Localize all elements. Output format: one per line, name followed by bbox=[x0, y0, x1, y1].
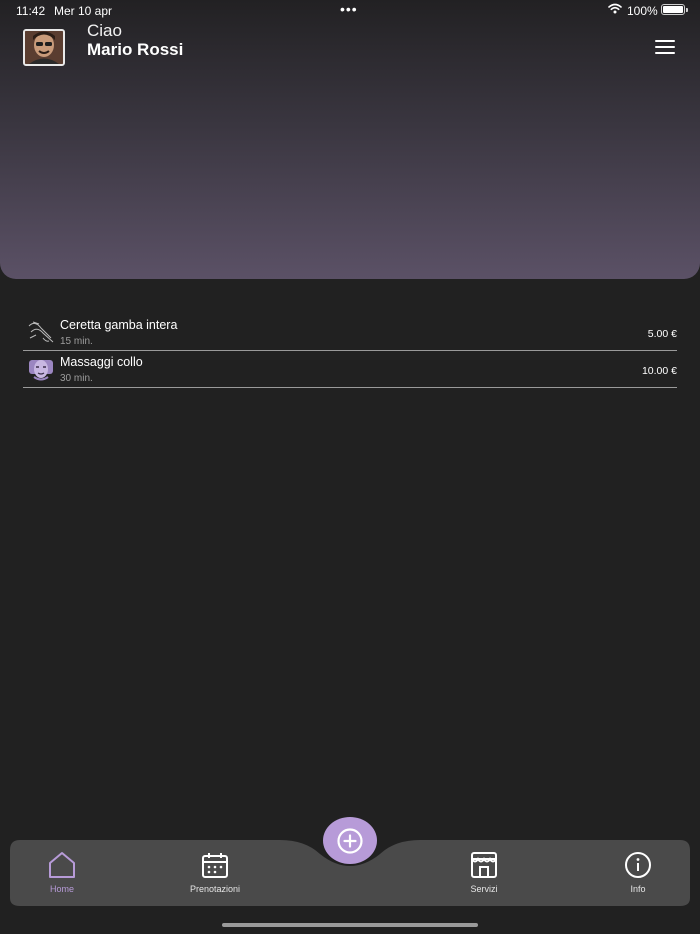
tab-label: Servizi bbox=[470, 884, 498, 894]
tab-servizi[interactable]: Servizi bbox=[439, 846, 529, 906]
leg-wax-icon bbox=[27, 318, 55, 346]
service-name: Ceretta gamba intera bbox=[60, 318, 178, 332]
add-booking-button[interactable] bbox=[323, 817, 377, 864]
multitasking-dots-icon[interactable]: ••• bbox=[340, 1, 358, 17]
tab-info[interactable]: Info bbox=[593, 846, 683, 906]
calendar-icon bbox=[200, 850, 230, 880]
status-time: 11:42 bbox=[16, 4, 46, 18]
avatar[interactable] bbox=[23, 29, 65, 66]
status-bar: 11:42 Mer 10 apr ••• 100% bbox=[0, 0, 700, 20]
wifi-icon bbox=[608, 3, 622, 17]
tab-prenotazioni[interactable]: Prenotazioni bbox=[170, 846, 260, 906]
info-icon bbox=[623, 850, 653, 880]
tab-label: Info bbox=[630, 884, 646, 894]
service-row[interactable]: Massaggi collo 30 min. 10.00 € bbox=[23, 351, 677, 388]
service-price: 10.00 € bbox=[641, 365, 677, 377]
neck-massage-icon bbox=[27, 355, 55, 383]
service-duration: 15 min. bbox=[60, 336, 93, 347]
tab-label: Prenotazioni bbox=[189, 884, 241, 894]
battery-icon bbox=[661, 4, 688, 15]
tab-home[interactable]: Home bbox=[17, 846, 107, 906]
service-list: Ceretta gamba intera 15 min. 5.00 € Mass… bbox=[23, 314, 677, 388]
tab-label: Home bbox=[49, 884, 74, 894]
service-price: 5.00 € bbox=[647, 328, 677, 340]
service-row[interactable]: Ceretta gamba intera 15 min. 5.00 € bbox=[23, 314, 677, 351]
hamburger-menu-button[interactable] bbox=[655, 40, 675, 54]
store-icon bbox=[469, 850, 499, 880]
service-name: Massaggi collo bbox=[60, 355, 143, 369]
greeting-text: Ciao bbox=[87, 21, 122, 40]
status-date: Mer 10 apr bbox=[54, 4, 113, 18]
home-indicator bbox=[222, 923, 478, 927]
user-name: Mario Rossi bbox=[87, 40, 184, 59]
battery-percentage: 100% bbox=[627, 4, 658, 18]
service-duration: 30 min. bbox=[60, 373, 93, 384]
home-icon bbox=[47, 850, 77, 880]
